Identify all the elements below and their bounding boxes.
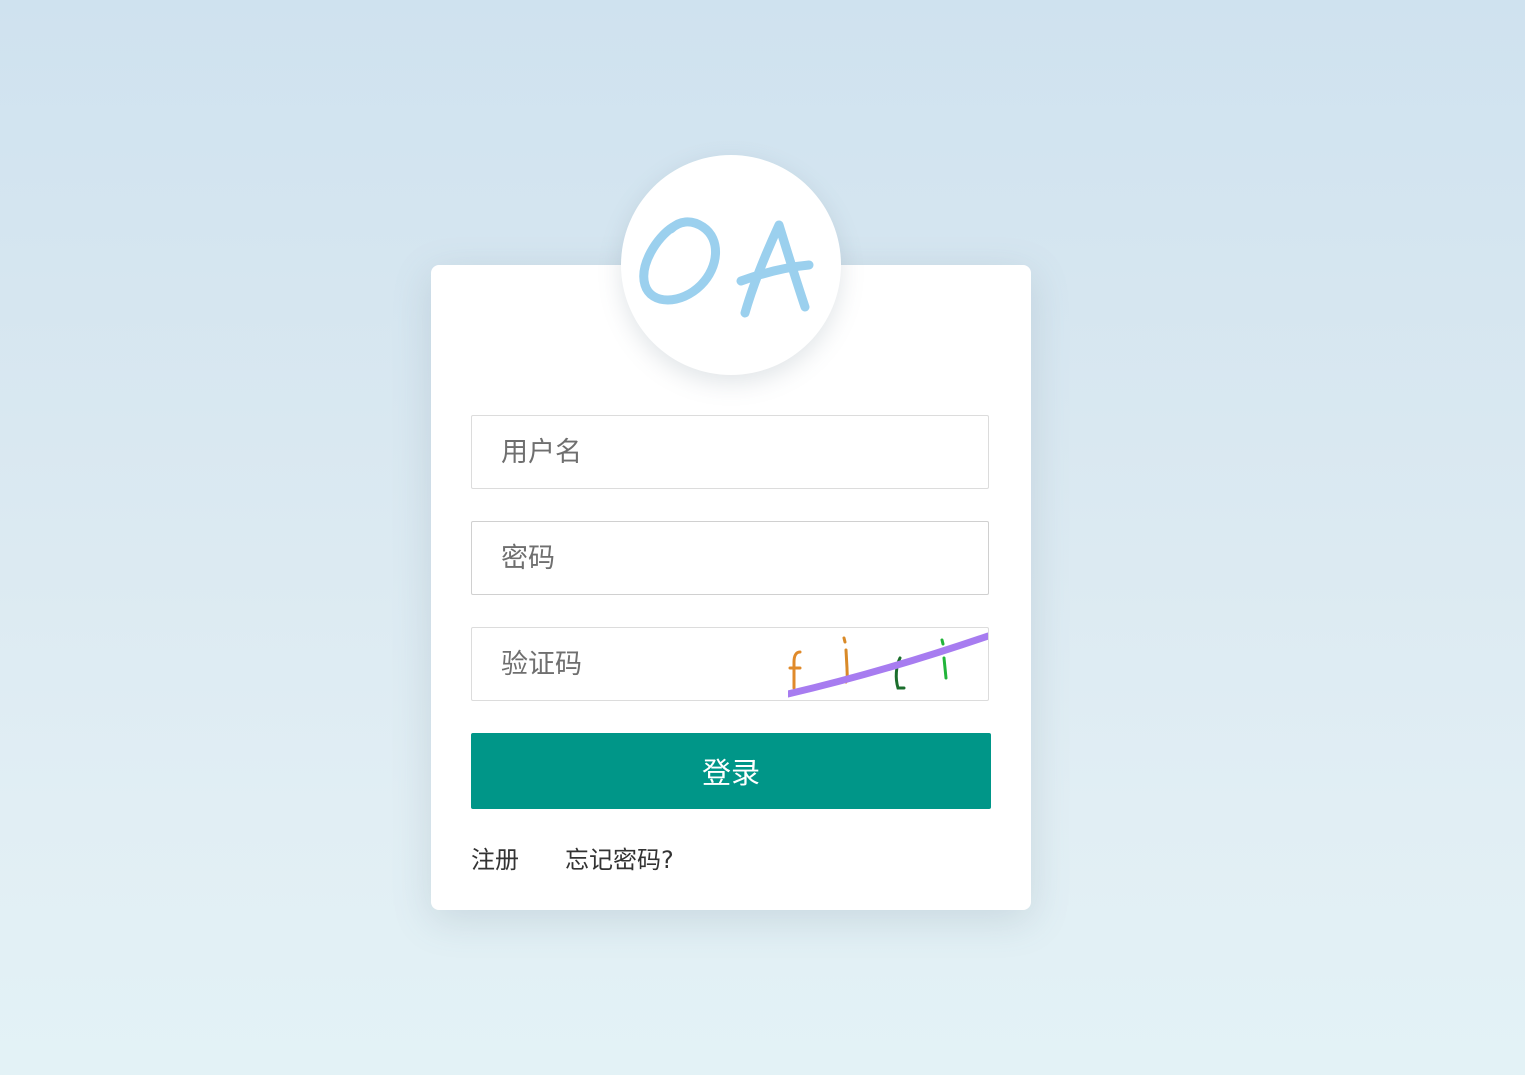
captcha-field[interactable]	[471, 627, 989, 701]
captcha-image-graphic	[788, 632, 988, 698]
forgot-password-link[interactable]: 忘记密码?	[565, 840, 674, 875]
password-input[interactable]	[472, 522, 988, 594]
username-input[interactable]	[472, 416, 988, 488]
username-field[interactable]	[471, 415, 989, 489]
oa-logo-icon	[639, 217, 814, 318]
auth-links: 注册 忘记密码?	[471, 840, 674, 874]
password-field[interactable]	[471, 521, 989, 595]
captcha-image[interactable]	[788, 628, 988, 700]
logo	[621, 155, 841, 375]
register-link[interactable]: 注册	[471, 840, 519, 875]
login-button[interactable]: 登录	[471, 733, 991, 809]
